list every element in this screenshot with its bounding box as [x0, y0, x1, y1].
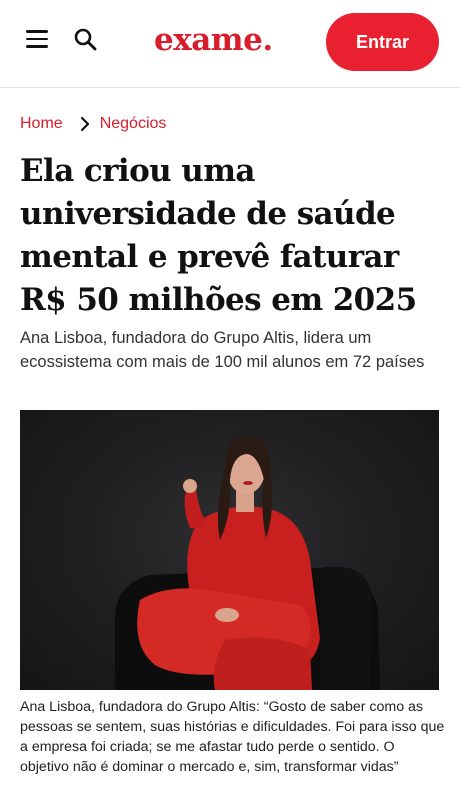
chevron-right-icon: [79, 116, 91, 132]
article-subtitle: Ana Lisboa, fundadora do Grupo Altis, li…: [20, 329, 425, 371]
article-hero-image: [20, 410, 439, 690]
login-button[interactable]: Entrar: [326, 13, 439, 71]
hamburger-menu-icon[interactable]: [26, 30, 50, 50]
site-header: exame. Entrar: [0, 0, 461, 88]
breadcrumb-home-link[interactable]: Home: [20, 115, 63, 133]
breadcrumb-section-link[interactable]: Negócios: [100, 115, 167, 133]
article-title: Ela criou uma universidade de saúde ment…: [20, 153, 417, 318]
exame-logo[interactable]: exame.: [154, 20, 273, 60]
image-caption: Ana Lisboa, fundadora do Grupo Altis: “G…: [20, 699, 445, 775]
breadcrumb: Home Negócios: [20, 113, 166, 135]
search-icon[interactable]: [73, 27, 99, 53]
